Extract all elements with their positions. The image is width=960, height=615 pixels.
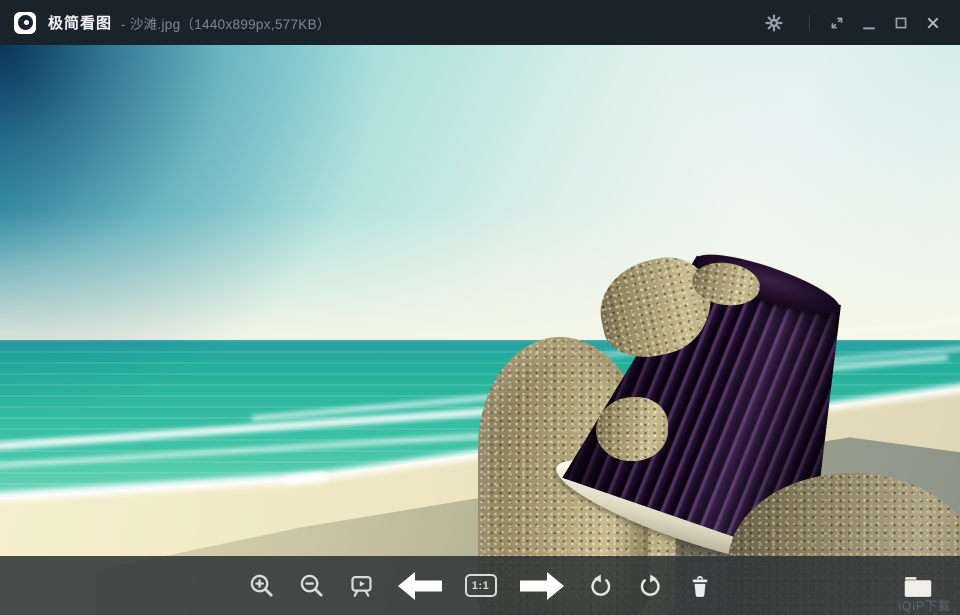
actual-size-button[interactable]: 1:1 bbox=[465, 564, 497, 608]
trash-icon bbox=[687, 573, 713, 599]
gear-icon bbox=[764, 13, 784, 33]
titlebar: 极简看图 - 沙滩.jpg（1440x899px,577KB） bbox=[0, 0, 960, 45]
image-viewer-window: 极简看图 - 沙滩.jpg（1440x899px,577KB） bbox=[0, 0, 960, 615]
minimize-icon bbox=[859, 13, 879, 33]
one-to-one-icon: 1:1 bbox=[465, 574, 497, 597]
arrow-right-icon bbox=[520, 572, 564, 600]
maximize-icon bbox=[891, 13, 911, 33]
zoom-in-button[interactable] bbox=[248, 564, 275, 608]
open-folder-button[interactable] bbox=[902, 564, 934, 608]
fullscreen-button[interactable] bbox=[826, 12, 848, 34]
minimize-button[interactable] bbox=[858, 12, 880, 34]
delete-button[interactable] bbox=[687, 564, 713, 608]
magnifier-minus-icon bbox=[298, 572, 325, 599]
rotate-right-button[interactable] bbox=[637, 564, 664, 608]
arrow-left-icon bbox=[398, 572, 442, 600]
expand-icon bbox=[827, 13, 847, 33]
controls-divider bbox=[809, 15, 810, 31]
close-button[interactable] bbox=[922, 12, 944, 34]
previous-image-button[interactable] bbox=[398, 564, 442, 608]
slideshow-icon bbox=[348, 572, 375, 599]
slideshow-button[interactable] bbox=[348, 564, 375, 608]
window-controls bbox=[763, 12, 944, 34]
rotate-ccw-icon bbox=[587, 572, 614, 599]
zoom-out-button[interactable] bbox=[298, 564, 325, 608]
maximize-button[interactable] bbox=[890, 12, 912, 34]
rotate-cw-icon bbox=[637, 572, 664, 599]
actual-size-label: 1:1 bbox=[472, 580, 489, 592]
magnifier-plus-icon bbox=[248, 572, 275, 599]
next-image-button[interactable] bbox=[520, 564, 564, 608]
folder-icon bbox=[902, 572, 934, 600]
rotate-left-button[interactable] bbox=[587, 564, 614, 608]
file-info: - 沙滩.jpg（1440x899px,577KB） bbox=[121, 13, 331, 33]
app-logo-icon bbox=[14, 12, 36, 34]
sand-clump bbox=[596, 397, 668, 461]
toolbar: 1:1 bbox=[0, 556, 960, 615]
close-icon bbox=[923, 13, 943, 33]
app-name: 极简看图 bbox=[48, 12, 112, 33]
settings-button[interactable] bbox=[763, 12, 785, 34]
photo-canvas bbox=[0, 45, 960, 615]
